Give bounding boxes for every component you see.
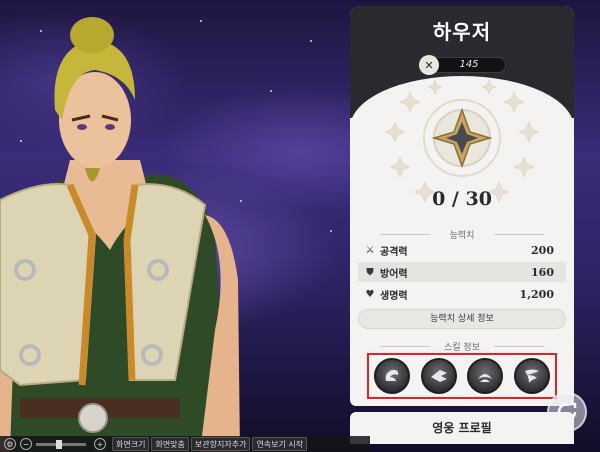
skill-3-icon[interactable] (467, 358, 504, 394)
combat-power-badge: ✕ 145 (419, 55, 506, 75)
hero-profile-button[interactable]: 영웅 프로필 (350, 412, 574, 444)
stat-value: 200 (531, 243, 554, 257)
settings-icon[interactable]: ⚙ (4, 438, 16, 450)
skill-1-icon[interactable] (374, 358, 411, 394)
stat-row-hp: ♥ 생명력 1,200 (358, 284, 566, 304)
skills-section-title: 스킬 정보 (350, 340, 574, 353)
stat-label: 생명력 (380, 290, 408, 302)
heart-icon: ♥ (365, 288, 375, 300)
stat-row-attack: ⚔ 공격력 200 (358, 240, 566, 260)
awakening-emblem[interactable] (380, 72, 544, 206)
viewer-toolbar: ⚙ − + 화면크기 화면맞춤 보관향지자추가 연속보기 시작 (0, 436, 370, 452)
skill-2-icon[interactable] (420, 358, 457, 394)
shield-icon: ⛊ (366, 266, 374, 278)
stat-detail-button[interactable]: 능력치 상세 정보 (358, 309, 566, 329)
toolbar-fit-screen[interactable]: 화면맞춤 (151, 437, 189, 451)
zoom-slider[interactable] (36, 439, 86, 449)
toolbar-slideshow[interactable]: 연속보기 시작 (252, 437, 308, 451)
stat-label: 방어력 (380, 268, 408, 280)
sword-icon: ⚔ (365, 244, 375, 256)
skills-highlight-box (367, 353, 557, 399)
toolbar-screen-size[interactable]: 화면크기 (112, 437, 150, 451)
stat-value: 160 (531, 265, 554, 279)
combat-power-value: 145 (459, 59, 479, 70)
stat-label: 공격력 (380, 246, 408, 258)
awakening-progress: 0 / 30 (432, 188, 492, 210)
skill-4-icon[interactable] (513, 358, 550, 394)
stat-row-defense: ⛊ 방어력 160 (358, 262, 566, 282)
hero-name: 하우저 (432, 20, 492, 44)
stat-value: 1,200 (519, 287, 554, 301)
hero-character (0, 17, 240, 452)
zoom-out-icon[interactable]: − (20, 438, 32, 450)
toolbar-add-bookmark[interactable]: 보관향지자추가 (190, 437, 251, 451)
hero-info-panel: 하우저 ✕ 145 0 / 30 능력치 ⚔ 공격력 200 ⛊ 방어력 160… (350, 6, 574, 406)
zoom-in-icon[interactable]: + (94, 438, 106, 450)
